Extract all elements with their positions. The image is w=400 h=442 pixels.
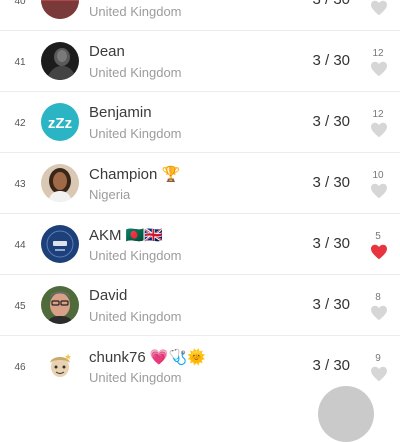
player-country: United Kingdom <box>89 126 182 141</box>
svg-text:zZz: zZz <box>48 115 72 132</box>
heart-icon[interactable] <box>370 366 388 382</box>
avatar[interactable] <box>41 164 79 202</box>
player-score: 3 / 30 <box>312 52 350 69</box>
player-score: 3 / 30 <box>312 113 350 130</box>
rank-number: 46 <box>14 362 26 373</box>
heart-icon[interactable] <box>370 244 388 260</box>
avatar[interactable] <box>41 42 79 80</box>
leaderboard-row[interactable]: 40 United Kingdom 3 / 30 <box>0 0 400 31</box>
heart-icon[interactable] <box>370 61 388 77</box>
rank-number: 41 <box>14 57 26 68</box>
rank-number: 43 <box>14 179 26 190</box>
rank-number: 42 <box>14 118 26 129</box>
leaderboard-row[interactable]: 41 Dean United Kingdom 3 / 30 12 <box>0 31 400 92</box>
player-country: United Kingdom <box>89 309 182 324</box>
heart-icon[interactable] <box>370 122 388 138</box>
avatar[interactable] <box>41 347 79 385</box>
player-country: United Kingdom <box>89 65 182 80</box>
player-name: chunk76 💗🩺🌞 <box>89 349 206 366</box>
avatar[interactable] <box>41 0 79 19</box>
player-score: 3 / 30 <box>312 357 350 374</box>
player-country: United Kingdom <box>89 4 182 19</box>
player-score: 3 / 30 <box>312 0 350 8</box>
player-name: Benjamin <box>89 104 152 121</box>
zzz-icon[interactable]: zZz <box>41 103 79 141</box>
player-name: Champion 🏆 <box>89 166 181 183</box>
leaderboard-row[interactable]: 43 Champion 🏆 Nigeria 3 / 30 10 <box>0 153 400 214</box>
like-count: 8 <box>375 292 381 303</box>
like-count: 12 <box>372 109 384 120</box>
player-country: Nigeria <box>89 187 131 202</box>
heart-icon[interactable] <box>370 0 388 16</box>
player-country: United Kingdom <box>89 248 182 263</box>
heart-icon[interactable] <box>370 183 388 199</box>
like-count: 9 <box>375 353 381 364</box>
leaderboard-row[interactable]: 44 AKM 🇧🇩🇬🇧 United Kingdom 3 / 30 5 <box>0 214 400 275</box>
leaderboard-list: 40 United Kingdom 3 / 30 41 Dean United … <box>0 0 400 397</box>
player-score: 3 / 30 <box>312 235 350 252</box>
rank-number: 44 <box>14 240 26 251</box>
like-count: 12 <box>372 48 384 59</box>
like-count: 10 <box>372 170 384 181</box>
like-count: 5 <box>375 231 381 242</box>
rank-number: 40 <box>14 0 26 7</box>
avatar[interactable] <box>41 286 79 324</box>
player-name: Dean <box>89 43 125 60</box>
player-score: 3 / 30 <box>312 296 350 313</box>
player-name: AKM 🇧🇩🇬🇧 <box>89 227 164 244</box>
leaderboard-row[interactable]: 42 zZz Benjamin United Kingdom 3 / 30 12 <box>0 92 400 153</box>
leaderboard-row[interactable]: 45 David United Kingdom 3 / 30 8 <box>0 275 400 336</box>
player-name: David <box>89 287 128 304</box>
player-score: 3 / 30 <box>312 174 350 191</box>
player-country: United Kingdom <box>89 370 182 385</box>
avatar[interactable] <box>41 225 79 263</box>
floating-action-button[interactable] <box>318 386 374 442</box>
heart-icon[interactable] <box>370 305 388 321</box>
rank-number: 45 <box>14 301 26 312</box>
